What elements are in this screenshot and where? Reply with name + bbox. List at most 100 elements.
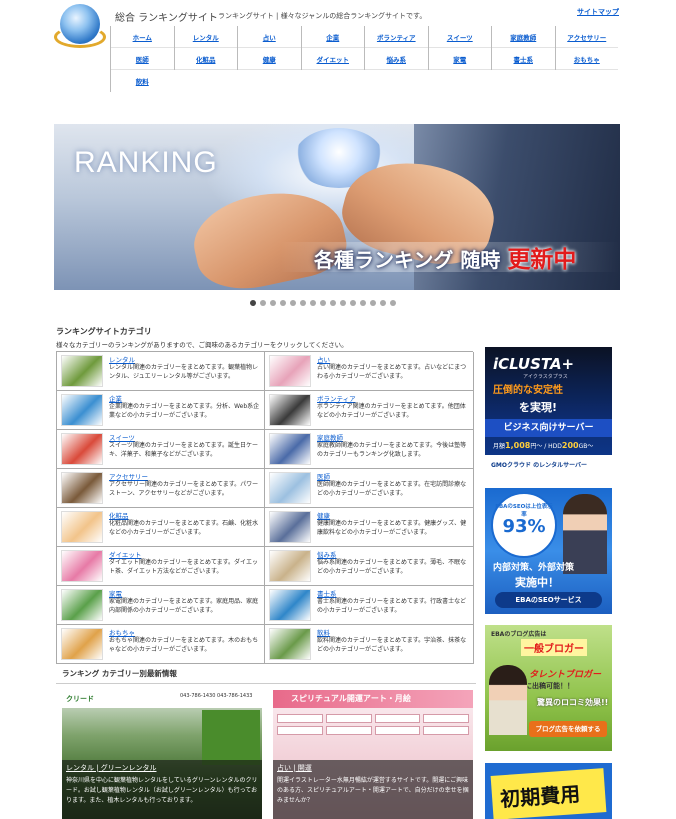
ad-tag-talent: タレントブロガー bbox=[529, 670, 602, 680]
nav-rental[interactable]: レンタル bbox=[173, 26, 238, 48]
card-text: 開運イラストレーター水無月暢紘が運営するサイトです。開運にご興味のある方、スピリ… bbox=[277, 777, 469, 804]
category-thumbnail[interactable] bbox=[61, 472, 103, 504]
nav-volunteer[interactable]: ボランティア bbox=[364, 26, 428, 48]
category-thumbnail[interactable] bbox=[61, 355, 103, 387]
ad-headline-2: を実現! bbox=[519, 401, 558, 414]
category-cell[interactable]: 家庭教師 家庭教師関連のカテゴリーをまとめてます。今後は塾等のカテゴリーもランキン… bbox=[265, 430, 474, 469]
card-mini-button bbox=[277, 726, 323, 735]
category-title: ランキングサイトカテゴリ bbox=[56, 327, 152, 336]
slider-dot[interactable] bbox=[320, 300, 326, 306]
nav-sweets[interactable]: スイーツ bbox=[427, 26, 492, 48]
category-description: おもちゃ関連のカテゴリーをまとめてます。木のおもちゃなどの小カテゴリーがございま… bbox=[109, 637, 259, 653]
card-button-grid bbox=[277, 714, 469, 735]
ad-initial-cost[interactable]: 初期費用 bbox=[485, 763, 612, 819]
slider-dot[interactable] bbox=[280, 300, 286, 306]
category-cell[interactable]: 家電 家電関連のカテゴリーをまとめてます。家庭用品、家庭内部関係の小カテゴリーがご… bbox=[57, 586, 265, 625]
category-thumbnail[interactable] bbox=[269, 472, 311, 504]
ad-headline: EBAのブログ広告は bbox=[491, 631, 547, 638]
nav-fortune[interactable]: 占い bbox=[237, 26, 301, 48]
category-thumbnail[interactable] bbox=[269, 433, 311, 465]
nav-health[interactable]: 健康 bbox=[237, 48, 301, 70]
card-mini-button bbox=[374, 726, 421, 735]
category-thumbnail[interactable] bbox=[269, 589, 311, 621]
category-cell[interactable]: 悩み系 悩み系関連のカテゴリーをまとめてます。薄毛、不眠などの小カテゴリーがござい… bbox=[265, 547, 474, 586]
nav-cosmetics[interactable]: 化粧品 bbox=[173, 48, 238, 70]
category-cell[interactable]: レンタル レンタル関連のカテゴリーをまとめてます。観葉植物レンタル、ジュエリーレン… bbox=[57, 352, 265, 391]
nav-diet[interactable]: ダイエット bbox=[300, 48, 365, 70]
banner-catchphrase: 各種ランキング 随時 更新中 bbox=[314, 246, 577, 273]
card-title-link[interactable]: レンタル | グリーンレンタル bbox=[66, 763, 258, 773]
site-logo-ring bbox=[54, 26, 106, 48]
card-mini-button bbox=[325, 726, 372, 735]
nav-company[interactable]: 企業 bbox=[300, 26, 365, 48]
card-title-link[interactable]: 占い | 開運 bbox=[277, 763, 469, 773]
category-cell[interactable]: 飲料 飲料関連のカテゴリーをまとめてます。宇治茶、抹茶などの小カテゴリーがございま… bbox=[265, 625, 474, 664]
category-cell[interactable]: 占い 占い関連のカテゴリーをまとめてます。占いなどにまつわる小カテゴリーがございま… bbox=[265, 352, 474, 391]
category-cell[interactable]: スイーツ スイーツ関連のカテゴリーをまとめてます。誕生日ケーキ、洋菓子、和菓子など… bbox=[57, 430, 265, 469]
category-intro: 様々なカテゴリーのランキングがありますので、ご興味のあるカテゴリーをクリックして… bbox=[56, 341, 348, 349]
site-description: ランキングサイト | 様々なジャンルの総合ランキングサイトです。 bbox=[218, 12, 427, 20]
category-thumbnail[interactable] bbox=[61, 511, 103, 543]
ad-eba-seo[interactable]: EBAのSEOは上位表示率 93% 内部対策、外部対策 実施中！ EBAのSEO… bbox=[485, 488, 612, 614]
ad-iclusta[interactable]: iCLUSTA+ アイクラスタプラス 圧倒的な安定性 を実現! ビジネス向けサー… bbox=[485, 347, 612, 473]
category-thumbnail[interactable] bbox=[269, 511, 311, 543]
slider-dot[interactable] bbox=[370, 300, 376, 306]
nav-scrivener[interactable]: 書士系 bbox=[491, 48, 555, 70]
nav-accessory[interactable]: アクセサリー bbox=[554, 26, 619, 48]
category-grid: レンタル レンタル関連のカテゴリーをまとめてます。観葉植物レンタル、ジュエリーレン… bbox=[56, 351, 474, 664]
category-cell[interactable]: アクセサリー アクセサリー関連のカテゴリーをまとめてます。パワーストーン、アクセサ… bbox=[57, 469, 265, 508]
nav-appliance[interactable]: 家電 bbox=[427, 48, 492, 70]
slider-dot[interactable] bbox=[340, 300, 346, 306]
sitemap-link[interactable]: サイトマップ bbox=[577, 7, 619, 17]
category-cell[interactable]: 企業 企業関連のカテゴリーをまとめてます。分析、Web系企業などの小カテゴリーがご… bbox=[57, 391, 265, 430]
category-cell[interactable]: ダイエット ダイエット関連のカテゴリーをまとめてます。ダイエット茶、ダイエット方法… bbox=[57, 547, 265, 586]
slider-dot[interactable] bbox=[250, 300, 256, 306]
slider-dot[interactable] bbox=[300, 300, 306, 306]
slider-dot[interactable] bbox=[350, 300, 356, 306]
ad-brand-reading: アイクラスタプラス bbox=[523, 374, 568, 380]
card-mini-button bbox=[325, 714, 372, 723]
slider-dot[interactable] bbox=[330, 300, 336, 306]
nav-doctor[interactable]: 医師 bbox=[110, 48, 174, 70]
hero-banner[interactable]: RANKING 各種ランキング 随時 更新中 bbox=[54, 124, 620, 290]
slider-dots bbox=[250, 300, 396, 306]
category-thumbnail[interactable] bbox=[269, 394, 311, 426]
category-thumbnail[interactable] bbox=[61, 628, 103, 660]
ad-cta-button[interactable]: EBAのSEOサービス bbox=[495, 592, 602, 608]
category-thumbnail[interactable] bbox=[61, 394, 103, 426]
category-thumbnail[interactable] bbox=[61, 550, 103, 582]
card-text: 神奈川県を中心に観葉植物レンタルをしているグリーンレンタルのクリード。お試し観葉… bbox=[66, 777, 258, 804]
nav-drinks[interactable]: 飲料 bbox=[110, 70, 174, 92]
slider-dot[interactable] bbox=[380, 300, 386, 306]
latest-card-fortune[interactable]: スピリチュアル開運アート・月絵 占い | 開運 開運イラストレーター水無月暢紘が… bbox=[273, 690, 473, 819]
category-thumbnail[interactable] bbox=[269, 628, 311, 660]
slider-dot[interactable] bbox=[290, 300, 296, 306]
category-cell[interactable]: 医師 医師関連のカテゴリーをまとめてます。在宅訪問診療などの小カテゴリーがございま… bbox=[265, 469, 474, 508]
category-cell[interactable]: ボランティア ボランティア関連のカテゴリーをまとめてます。他団体などの小カテゴリー… bbox=[265, 391, 474, 430]
ad-brand: iCLUSTA+ bbox=[493, 355, 575, 373]
card-mini-button bbox=[423, 726, 469, 735]
nav-tutor[interactable]: 家庭教師 bbox=[491, 26, 555, 48]
category-cell[interactable]: 健康 健康関連のカテゴリーをまとめてます。健康グッズ、健康飲料などの小カテゴリーが… bbox=[265, 508, 474, 547]
ad-cta-button[interactable]: ブログ広告を依頼する bbox=[529, 721, 607, 737]
nav-toys[interactable]: おもちゃ bbox=[554, 48, 619, 70]
category-description: 家庭教師関連のカテゴリーをまとめてます。今後は塾等のカテゴリーもランキング化致し… bbox=[317, 442, 467, 458]
slider-dot[interactable] bbox=[310, 300, 316, 306]
category-cell[interactable]: おもちゃ おもちゃ関連のカテゴリーをまとめてます。木のおもちゃなどの小カテゴリーが… bbox=[57, 625, 265, 664]
category-thumbnail[interactable] bbox=[269, 550, 311, 582]
slider-dot[interactable] bbox=[390, 300, 396, 306]
ad-eba-blog[interactable]: EBAのブログ広告は 一般ブロガー タレントブロガー に出稿可能！！ 驚異のロコ… bbox=[485, 625, 612, 751]
category-thumbnail[interactable] bbox=[61, 589, 103, 621]
category-cell[interactable]: 化粧品 化粧品関連のカテゴリーをまとめてます。石鹸、化粧水などの小カテゴリーがござ… bbox=[57, 508, 265, 547]
slider-dot[interactable] bbox=[360, 300, 366, 306]
latest-card-rental[interactable]: クリード 043-786-1430 043-786-1433 レンタル | グリ… bbox=[62, 690, 262, 819]
slider-dot[interactable] bbox=[260, 300, 266, 306]
nav-worries[interactable]: 悩み系 bbox=[364, 48, 428, 70]
ad-price: 月額1,008円～ / HDD200GB～ bbox=[493, 441, 594, 450]
card-mini-button bbox=[423, 714, 469, 723]
nav-home[interactable]: ホーム bbox=[110, 26, 174, 48]
category-cell[interactable]: 書士系 書士系関連のカテゴリーをまとめてます。行政書士などの小カテゴリーがございま… bbox=[265, 586, 474, 625]
slider-dot[interactable] bbox=[270, 300, 276, 306]
category-thumbnail[interactable] bbox=[61, 433, 103, 465]
category-thumbnail[interactable] bbox=[269, 355, 311, 387]
